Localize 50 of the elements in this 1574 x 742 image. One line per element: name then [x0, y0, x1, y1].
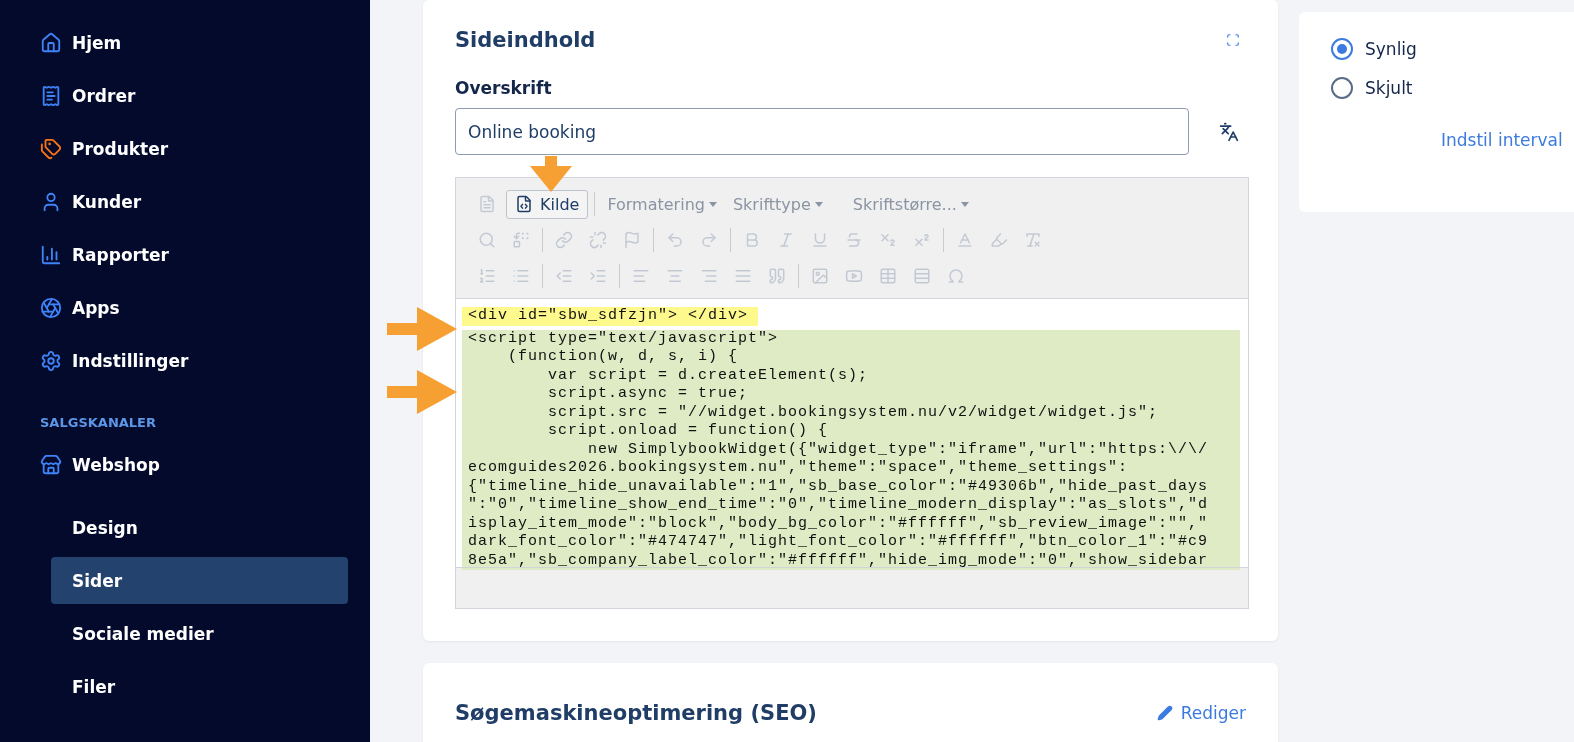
- annotation-arrow: [387, 370, 457, 414]
- edit-link[interactable]: Rediger: [1156, 703, 1246, 723]
- heading-field[interactable]: Online booking: [455, 108, 1189, 155]
- code-line: (function(w, d, s, i) {: [507, 348, 740, 367]
- code-line: {"timeline_hide_unavailable":"1","sb_base_color":"#49306b","hide_past_days: [468, 477, 1210, 496]
- bar-chart-icon: [40, 243, 62, 266]
- source-button[interactable]: Kilde: [506, 189, 589, 219]
- field-label: Overskrift: [455, 78, 553, 98]
- nav-subitem[interactable]: Filer: [51, 663, 348, 710]
- nav-subitem[interactable]: Sider: [51, 557, 348, 604]
- radio-option[interactable]: Skjult: [1331, 77, 1574, 99]
- code-line: new SimplybookWidget({"widget_type":"iframe","url":"https:\/\/: [587, 440, 1210, 459]
- tag-icon: [40, 137, 62, 160]
- home-icon: [40, 31, 62, 54]
- nav-item[interactable]: Webshop: [0, 438, 370, 491]
- nav-item[interactable]: Kunder: [0, 175, 370, 228]
- code-file-icon: [515, 195, 533, 213]
- code-line: ":"0","timeline_show_end_time":"0","timeline_modern_display":"as_slots","d: [468, 496, 1210, 515]
- nav-subitem[interactable]: Design: [51, 504, 348, 551]
- code-line: script.async = true;: [547, 385, 750, 404]
- code-line: dark_font_color":"#474747","light_font_color":"#ffffff","btn_color_1":"#c9: [468, 533, 1210, 552]
- nav-subitem[interactable]: Sociale medier: [51, 610, 348, 657]
- annotation-arrow: [387, 307, 457, 351]
- code-line: script.onload = function() {: [547, 422, 830, 441]
- settings-icon: [40, 349, 62, 372]
- pencil-icon: [1156, 705, 1173, 721]
- annotation-arrow: [530, 156, 572, 192]
- receipt-icon: [40, 84, 62, 107]
- radio-icon[interactable]: [1331, 38, 1353, 60]
- code-line: isplay_item_mode":"block","body_bg_color":"#ffffff","sb_review_image":"",": [468, 514, 1210, 533]
- code-line: ecomguides2026.bookingsystem.nu","theme":"space","theme_settings":: [468, 459, 1130, 478]
- apps-icon: [40, 296, 62, 319]
- code-line: <script type="text/javascript">: [468, 329, 780, 348]
- code-line: 8e5a","sb_company_label_color":"#ffffff","hide_img_mode":"0","show_sidebar: [468, 551, 1210, 570]
- store-icon: [40, 453, 62, 476]
- nav-item[interactable]: Rapporter: [0, 228, 370, 281]
- card-title: Sideindhold: [455, 28, 596, 52]
- interval-link[interactable]: Indstil interval: [1441, 130, 1574, 150]
- code-line: var script = d.createElement(s);: [547, 366, 870, 385]
- nav-item[interactable]: Indstillinger: [0, 334, 370, 387]
- nav-item[interactable]: Produkter: [0, 122, 370, 175]
- radio-icon[interactable]: [1331, 77, 1353, 99]
- nav-item[interactable]: Ordrer: [0, 69, 370, 122]
- nav-item[interactable]: Apps: [0, 281, 370, 334]
- card-title: Søgemaskineoptimering (SEO): [455, 701, 817, 725]
- section-title: SALGSKANALER: [39, 414, 157, 432]
- code-line: script.src = "//widget.bookingsystem.nu/v2/widget/widget.js";: [547, 403, 1160, 422]
- radio-option[interactable]: Synlig: [1331, 38, 1574, 60]
- nav-item[interactable]: Hjem: [0, 16, 370, 69]
- code-line: <div id="sbw_sdfzjn"> </div>: [468, 307, 749, 326]
